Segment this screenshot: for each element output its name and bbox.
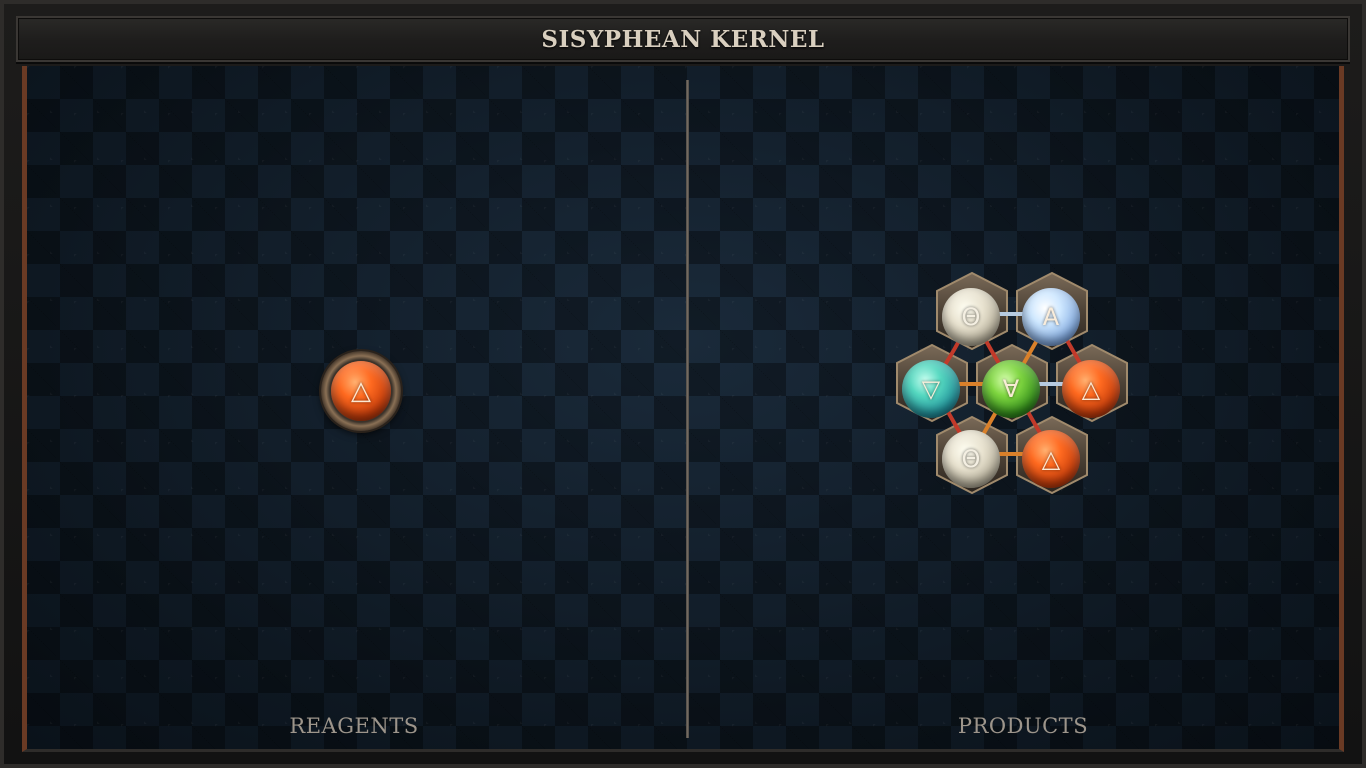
- salt-symbol-icon: Θ: [961, 303, 981, 331]
- product-orb-earth[interactable]: ∀: [982, 360, 1040, 418]
- product-orb-air[interactable]: A: [1022, 288, 1080, 346]
- air-symbol-icon: A: [1042, 303, 1060, 331]
- window-title: SISYPHEAN KERNEL: [541, 25, 825, 53]
- product-orb-fire-bottom[interactable]: △: [1022, 430, 1080, 488]
- product-orb-salt-top[interactable]: Θ: [942, 288, 1000, 346]
- reagent-orb-fire[interactable]: △: [331, 361, 391, 421]
- panel-divider: [686, 80, 689, 738]
- fire-symbol-icon: △: [1041, 445, 1061, 473]
- title-bar: SISYPHEAN KERNEL: [16, 16, 1350, 62]
- board: △ Θ A ▽ ∀ △ Θ △ REAGENTS PRODUCTS: [22, 66, 1344, 752]
- fire-symbol-icon: △: [1081, 375, 1101, 403]
- fire-symbol-icon: △: [351, 376, 371, 406]
- reagent-socket[interactable]: △: [321, 351, 401, 431]
- product-orb-salt-bottom[interactable]: Θ: [942, 430, 1000, 488]
- product-orb-fire-right[interactable]: △: [1062, 360, 1120, 418]
- water-symbol-icon: ▽: [921, 375, 941, 403]
- earth-symbol-icon: ∀: [1002, 375, 1020, 403]
- reagents-label: REAGENTS: [289, 714, 419, 738]
- product-orb-water[interactable]: ▽: [902, 360, 960, 418]
- products-label: PRODUCTS: [957, 714, 1089, 738]
- salt-symbol-icon: Θ: [961, 445, 981, 473]
